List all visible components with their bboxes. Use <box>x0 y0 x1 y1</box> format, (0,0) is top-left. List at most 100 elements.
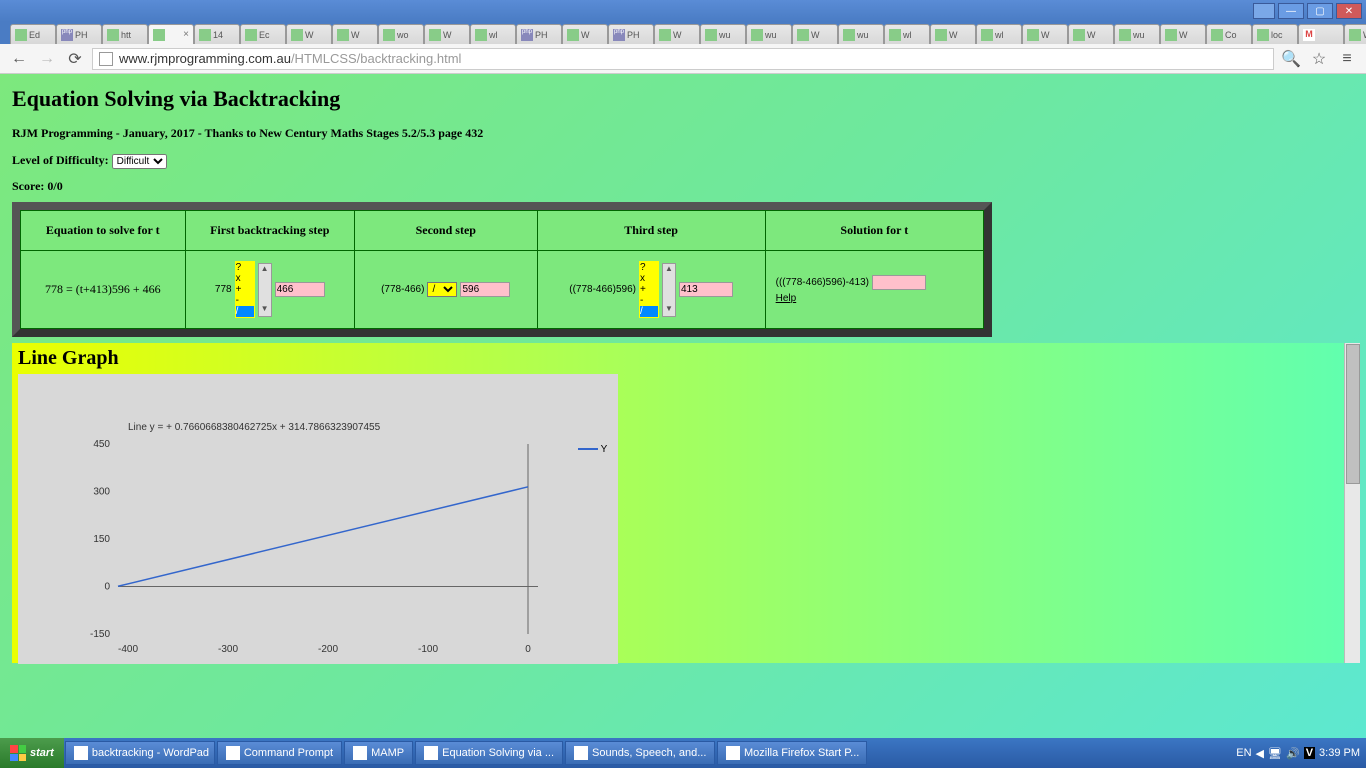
app-icon <box>353 746 367 760</box>
browser-tab[interactable]: W <box>930 24 976 44</box>
score-label: Score: 0/0 <box>12 179 1354 194</box>
browser-tab[interactable]: phpPH <box>56 24 102 44</box>
step1-scroll[interactable]: ▲▼ <box>258 263 272 317</box>
difficulty-row: Level of Difficulty: Difficult <box>12 153 1354 169</box>
taskbar-item[interactable]: MAMP <box>344 741 413 765</box>
browser-tab[interactable]: W <box>332 24 378 44</box>
browser-tab[interactable]: 14 <box>194 24 240 44</box>
step3-op-list[interactable]: ?x+-/ <box>639 261 659 318</box>
step1-cell: 778 ?x+-/ ▲▼ <box>185 251 354 329</box>
app-icon <box>726 746 740 760</box>
equation-table-frame: Equation to solve for t First backtracki… <box>12 202 992 337</box>
step2-cell: (778-466) / <box>354 251 537 329</box>
chart-svg: -400-300-200-1000-1500150300450 <box>18 374 618 664</box>
step3-value-input[interactable] <box>679 282 733 297</box>
solution-prefix: (((778-466)596)-413) <box>776 277 869 288</box>
browser-tab[interactable]: W <box>424 24 470 44</box>
browser-tab[interactable]: Co <box>1206 24 1252 44</box>
url-field[interactable]: www.rjmprogramming.com.au/HTMLCSS/backtr… <box>92 48 1274 70</box>
browser-tab[interactable]: wl <box>976 24 1022 44</box>
col-step2: Second step <box>354 211 537 251</box>
section-scrollbar[interactable] <box>1344 343 1360 663</box>
taskbar-item[interactable]: Mozilla Firefox Start P... <box>717 741 867 765</box>
browser-tab[interactable]: Ec <box>240 24 286 44</box>
reload-button[interactable]: ⟳ <box>64 48 86 70</box>
browser-tab[interactable]: Ed <box>10 24 56 44</box>
user-icon[interactable] <box>1253 3 1275 19</box>
forward-button[interactable]: → <box>36 48 58 70</box>
browser-tab[interactable]: W <box>654 24 700 44</box>
svg-text:300: 300 <box>93 487 110 498</box>
app-icon <box>226 746 240 760</box>
browser-tab[interactable]: W <box>1160 24 1206 44</box>
taskbar: start backtracking - WordPadCommand Prom… <box>0 738 1366 768</box>
browser-tab[interactable]: wu <box>838 24 884 44</box>
star-icon[interactable]: ☆ <box>1308 48 1330 70</box>
svg-text:0: 0 <box>104 582 110 593</box>
difficulty-select[interactable]: Difficult <box>112 154 167 169</box>
chart-legend: Y <box>578 444 607 455</box>
browser-tab[interactable]: W <box>1344 24 1366 44</box>
help-link[interactable]: Help <box>776 293 797 304</box>
browser-tab[interactable]: W <box>562 24 608 44</box>
step1-value-input[interactable] <box>275 282 325 297</box>
col-equation: Equation to solve for t <box>21 211 186 251</box>
tab-close-icon[interactable]: × <box>183 29 189 40</box>
browser-tab[interactable]: W <box>1068 24 1114 44</box>
browser-tab[interactable]: phpPH <box>516 24 562 44</box>
taskbar-item[interactable]: backtracking - WordPad <box>65 741 215 765</box>
start-button[interactable]: start <box>0 738 64 768</box>
col-solution: Solution for t <box>765 211 983 251</box>
minimize-button[interactable]: — <box>1278 3 1304 19</box>
svg-text:150: 150 <box>93 534 110 545</box>
browser-tab[interactable]: W <box>792 24 838 44</box>
browser-tab[interactable]: wl <box>470 24 516 44</box>
svg-text:-100: -100 <box>418 644 438 655</box>
equation-cell: 778 = (t+413)596 + 466 <box>21 251 186 329</box>
clock[interactable]: 3:39 PM <box>1319 747 1360 759</box>
browser-tab[interactable]: W <box>1022 24 1068 44</box>
menu-icon[interactable]: ≡ <box>1336 48 1358 70</box>
browser-tab[interactable]: wo <box>378 24 424 44</box>
browser-tab[interactable]: loc <box>1252 24 1298 44</box>
zoom-icon[interactable]: 🔍 <box>1280 48 1302 70</box>
tray-icon[interactable]: ◀ <box>1256 747 1264 760</box>
svg-text:0: 0 <box>525 644 531 655</box>
svg-text:-200: -200 <box>318 644 338 655</box>
page-icon <box>99 52 113 66</box>
browser-tab[interactable]: wl <box>884 24 930 44</box>
page-content: Equation Solving via Backtracking RJM Pr… <box>0 74 1366 738</box>
close-button[interactable]: ✕ <box>1336 3 1362 19</box>
taskbar-item[interactable]: Sounds, Speech, and... <box>565 741 715 765</box>
step2-op-select[interactable]: / <box>427 282 457 297</box>
step1-op-list[interactable]: ?x+-/ <box>235 261 255 318</box>
language-indicator[interactable]: EN <box>1236 747 1251 759</box>
tray-icon[interactable]: V <box>1304 747 1315 759</box>
maximize-button[interactable]: ▢ <box>1307 3 1333 19</box>
taskbar-item[interactable]: Command Prompt <box>217 741 342 765</box>
windows-logo-icon <box>10 745 26 761</box>
step3-scroll[interactable]: ▲▼ <box>662 263 676 317</box>
browser-tabstrip: EdphpPHhtt×14EcWWwoWwlphpPHWphpPHWwuwuWw… <box>0 22 1366 44</box>
browser-tab[interactable]: wu <box>1114 24 1160 44</box>
browser-tab[interactable]: htt <box>102 24 148 44</box>
page-title: Equation Solving via Backtracking <box>12 86 1354 112</box>
solution-input[interactable] <box>872 275 926 290</box>
tray-icon[interactable]: 🔊 <box>1286 747 1300 760</box>
app-icon <box>74 746 88 760</box>
browser-tab[interactable]: M <box>1298 24 1344 44</box>
browser-tab[interactable]: wu <box>746 24 792 44</box>
chart-equation: Line y = + 0.7660668380462725x + 314.786… <box>128 422 380 433</box>
browser-tab[interactable]: × <box>148 24 194 44</box>
line-graph-section: Line Graph Line y = + 0.7660668380462725… <box>12 343 1360 663</box>
window-titlebar: — ▢ ✕ <box>0 0 1366 22</box>
browser-tab[interactable]: phpPH <box>608 24 654 44</box>
browser-tab[interactable]: wu <box>700 24 746 44</box>
back-button[interactable]: ← <box>8 48 30 70</box>
taskbar-item[interactable]: Equation Solving via ... <box>415 741 563 765</box>
system-tray: EN ◀ 🖥 🔊 V 3:39 PM <box>1230 747 1366 760</box>
tray-icon[interactable]: 🖥 <box>1268 747 1282 760</box>
step2-value-input[interactable] <box>460 282 510 297</box>
browser-tab[interactable]: W <box>286 24 332 44</box>
difficulty-label: Level of Difficulty: <box>12 153 109 167</box>
